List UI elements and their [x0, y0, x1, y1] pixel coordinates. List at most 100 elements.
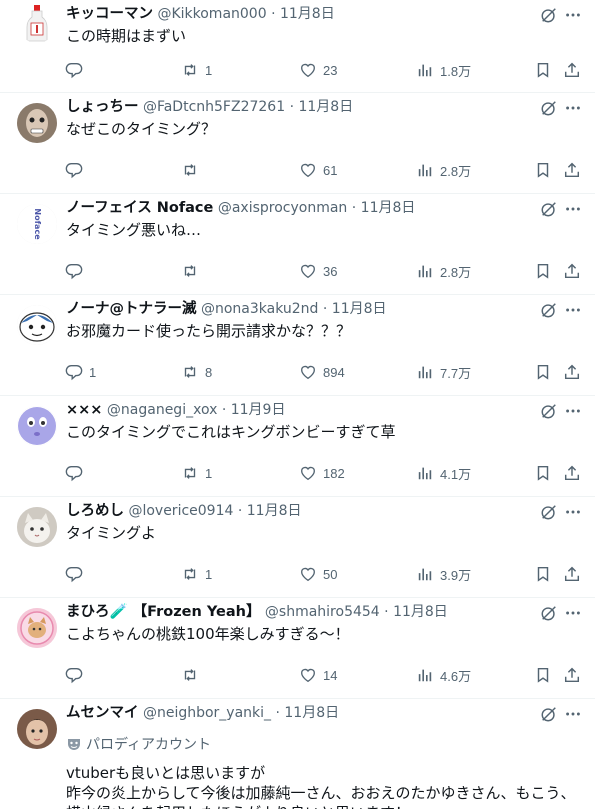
retweet-button[interactable]	[181, 160, 205, 180]
share-button[interactable]	[563, 665, 581, 685]
more-icon[interactable]	[564, 99, 582, 117]
retweet-button[interactable]: 1	[181, 564, 212, 584]
tweet[interactable]: しろめし @loverice0914 · 11月8日 タイミングよ 1 50 3…	[0, 497, 595, 598]
share-button[interactable]	[563, 362, 581, 382]
avatar[interactable]	[17, 608, 57, 648]
tweet[interactable]: キッコーマン @Kikkoman000 · 11月8日 この時期はまずい 1 2…	[0, 0, 595, 93]
display-name[interactable]: キッコーマン	[66, 6, 153, 22]
views-button[interactable]: 1.8万	[416, 60, 471, 80]
like-button[interactable]: 61	[299, 160, 337, 180]
user-handle[interactable]: @neighbor_yanki_	[143, 705, 271, 721]
share-button[interactable]	[563, 463, 581, 483]
avatar[interactable]	[17, 507, 57, 547]
user-handle[interactable]: @naganegi_xox	[107, 402, 217, 418]
more-icon[interactable]	[564, 604, 582, 622]
grok-icon[interactable]	[540, 301, 558, 319]
grok-icon[interactable]	[540, 705, 558, 723]
like-button[interactable]: 36	[299, 261, 337, 281]
like-button[interactable]: 23	[299, 60, 337, 80]
avatar[interactable]	[17, 103, 57, 143]
bookmark-icon	[537, 263, 549, 279]
timestamp[interactable]: 11月8日	[298, 99, 353, 115]
timestamp[interactable]: 11月8日	[332, 301, 387, 317]
grok-icon[interactable]	[540, 6, 558, 24]
tweet[interactable]: ムセンマイ @neighbor_yanki_ · 11月8日 パロディアカウント…	[0, 699, 595, 809]
avatar[interactable]	[17, 709, 57, 749]
reply-button[interactable]	[65, 665, 89, 685]
more-icon[interactable]	[564, 301, 582, 319]
bookmark-button[interactable]	[534, 160, 552, 180]
grok-icon[interactable]	[540, 99, 558, 117]
user-handle[interactable]: @FaDtcnh5FZ27261	[143, 99, 285, 115]
display-name[interactable]: しろめし	[66, 503, 124, 519]
reply-button[interactable]: 1	[65, 362, 96, 382]
more-icon[interactable]	[564, 402, 582, 420]
retweet-button[interactable]: 1	[181, 463, 212, 483]
user-handle[interactable]: @Kikkoman000	[157, 6, 266, 22]
views-button[interactable]: 3.9万	[416, 564, 471, 584]
share-button[interactable]	[563, 60, 581, 80]
reply-button[interactable]	[65, 261, 89, 281]
tweet[interactable]: ××× @naganegi_xox · 11月9日 このタイミングでこれはキング…	[0, 396, 595, 497]
display-name[interactable]: ムセンマイ	[66, 705, 139, 721]
grok-icon[interactable]	[540, 200, 558, 218]
bookmark-button[interactable]	[534, 665, 552, 685]
bookmark-button[interactable]	[534, 60, 552, 80]
reply-button[interactable]	[65, 463, 89, 483]
timestamp[interactable]: 11月8日	[361, 200, 416, 216]
views-button[interactable]: 4.6万	[416, 665, 471, 685]
share-button[interactable]	[563, 261, 581, 281]
bookmark-button[interactable]	[534, 261, 552, 281]
bookmark-button[interactable]	[534, 564, 552, 584]
more-icon[interactable]	[564, 6, 582, 24]
retweet-button[interactable]: 8	[181, 362, 212, 382]
view-count: 2.8万	[440, 163, 472, 179]
reply-button[interactable]	[65, 160, 89, 180]
share-button[interactable]	[563, 160, 581, 180]
more-icon[interactable]	[564, 200, 582, 218]
grok-icon[interactable]	[540, 503, 558, 521]
display-name[interactable]: ノーフェイス Noface	[66, 200, 213, 216]
views-button[interactable]: 7.7万	[416, 362, 471, 382]
share-button[interactable]	[563, 564, 581, 584]
timestamp[interactable]: 11月9日	[231, 402, 286, 418]
reply-button[interactable]	[65, 564, 89, 584]
views-button[interactable]: 2.8万	[416, 160, 471, 180]
tweet[interactable]: まひろ🧪 【Frozen Yeah】 @shmahiro5454 · 11月8日…	[0, 598, 595, 699]
retweet-button[interactable]: 1	[181, 60, 212, 80]
like-button[interactable]: 14	[299, 665, 337, 685]
tweet[interactable]: ノーナ@トナラー滅 @nona3kaku2nd · 11月8日 お邪魔カード使っ…	[0, 295, 595, 396]
timestamp[interactable]: 11月8日	[280, 6, 335, 22]
user-handle[interactable]: @axisprocyonman	[218, 200, 347, 216]
display-name[interactable]: しょっちー	[66, 99, 139, 115]
like-button[interactable]: 894	[299, 362, 345, 382]
reply-button[interactable]	[65, 60, 89, 80]
retweet-button[interactable]	[181, 261, 205, 281]
avatar[interactable]	[17, 305, 57, 345]
more-icon[interactable]	[564, 503, 582, 521]
display-name[interactable]: ×××	[66, 402, 102, 418]
user-handle[interactable]: @shmahiro5454	[265, 604, 380, 620]
like-button[interactable]: 50	[299, 564, 337, 584]
tweet[interactable]: しょっちー @FaDtcnh5FZ27261 · 11月8日 なぜこのタイミング…	[0, 93, 595, 194]
timestamp[interactable]: 11月8日	[284, 705, 339, 721]
grok-icon[interactable]	[540, 604, 558, 622]
user-handle[interactable]: @nona3kaku2nd	[201, 301, 318, 317]
bookmark-button[interactable]	[534, 362, 552, 382]
display-name[interactable]: まひろ🧪 【Frozen Yeah】	[66, 604, 260, 620]
avatar[interactable]	[17, 406, 57, 446]
avatar[interactable]: Noface	[17, 204, 57, 244]
display-name[interactable]: ノーナ@トナラー滅	[66, 301, 197, 317]
timestamp[interactable]: 11月8日	[393, 604, 448, 620]
retweet-button[interactable]	[181, 665, 205, 685]
timestamp[interactable]: 11月8日	[247, 503, 302, 519]
views-button[interactable]: 2.8万	[416, 261, 471, 281]
tweet[interactable]: Noface ノーフェイス Noface @axisprocyonman · 1…	[0, 194, 595, 295]
views-button[interactable]: 4.1万	[416, 463, 471, 483]
avatar[interactable]	[17, 3, 57, 43]
grok-icon[interactable]	[540, 402, 558, 420]
like-button[interactable]: 182	[299, 463, 345, 483]
bookmark-button[interactable]	[534, 463, 552, 483]
more-icon[interactable]	[564, 705, 582, 723]
user-handle[interactable]: @loverice0914	[128, 503, 233, 519]
